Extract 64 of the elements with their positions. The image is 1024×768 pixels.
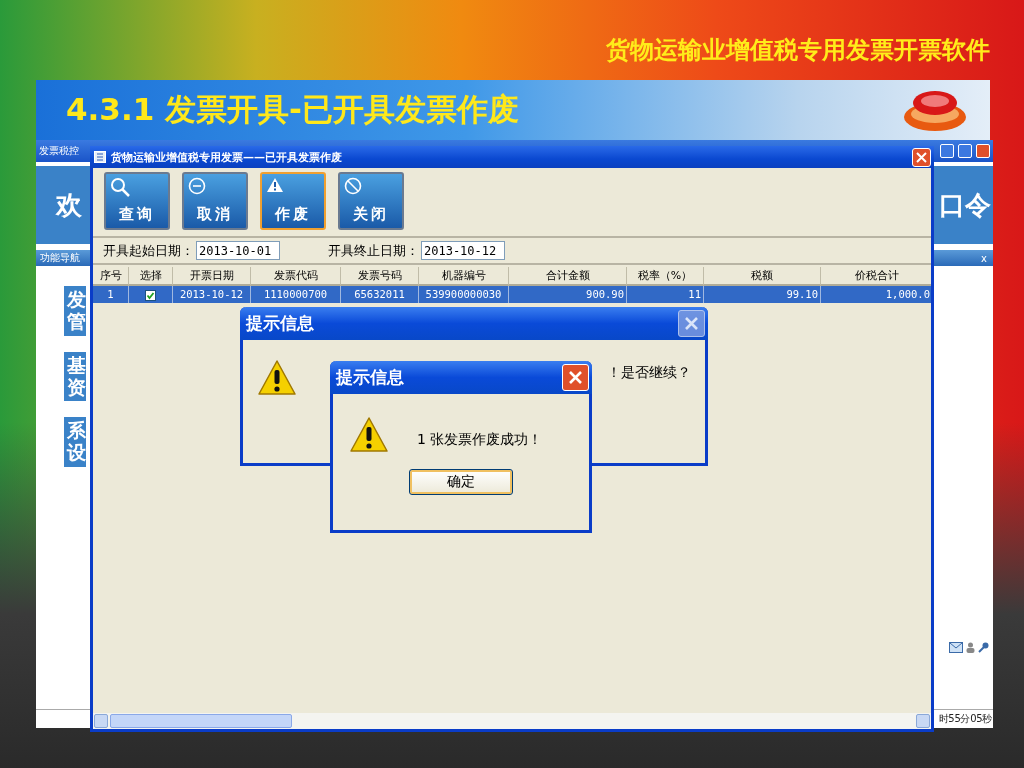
field-label: 开具起始日期： (103, 241, 194, 260)
scrollbar-thumb[interactable] (110, 714, 292, 728)
table-row[interactable]: 1 2013-10-12 1110000700 65632011 539900000030 900.90 11 99.10 1,000.0 (93, 286, 931, 303)
app-icon (94, 151, 106, 163)
warning-icon (266, 177, 284, 193)
scrollbar[interactable] (93, 713, 931, 729)
column-header[interactable]: 序号 (93, 267, 129, 286)
column-header[interactable]: 价税合计 (821, 267, 931, 286)
close-icon (916, 151, 927, 163)
column-header[interactable]: 税率（%） (627, 267, 704, 286)
mail-icon[interactable] (949, 642, 963, 653)
minus-circle-icon (188, 177, 206, 195)
minimize-button[interactable] (940, 144, 954, 158)
close-icon (568, 370, 583, 385)
table-cell: 1 (93, 286, 129, 303)
dialog-message: ！是否继续？ (607, 363, 691, 382)
column-header[interactable]: 税额 (704, 267, 821, 286)
nav-tile[interactable]: 基资 (64, 351, 86, 402)
table-cell: 11 (627, 286, 704, 303)
window-title: 发票税控 (39, 144, 79, 158)
window-title: 货物运输业增值税专用发票——已开具发票作废 (111, 149, 342, 165)
no-entry-icon (344, 177, 362, 195)
table-cell: 539900000030 (419, 286, 509, 303)
status-time: 时55分05秒 (938, 712, 992, 726)
column-header[interactable]: 选择 (129, 267, 173, 286)
dialog-title: 提示信息 (246, 312, 314, 335)
field-label: 开具终止日期： (328, 241, 419, 260)
search-icon (110, 177, 130, 197)
column-header[interactable]: 开票日期 (173, 267, 251, 286)
warning-icon (257, 358, 297, 398)
nav-tile[interactable]: 系设 (64, 417, 86, 468)
date-field[interactable]: 2013-10-12 (421, 241, 505, 260)
table-cell: 99.10 (704, 286, 821, 303)
query-button[interactable]: 查询 (104, 172, 170, 230)
restore-button[interactable] (958, 144, 972, 158)
ok-button[interactable]: 确定 (409, 469, 513, 495)
column-header[interactable]: 合计金额 (509, 267, 627, 286)
close-button[interactable] (678, 310, 705, 337)
table-cell: 2013-10-12 (173, 286, 251, 303)
table-cell: 1,000.0 (821, 286, 931, 303)
nav-title: 功能导航 (40, 251, 80, 265)
password-link[interactable]: 口令 (939, 187, 991, 223)
table-cell: 900.90 (509, 286, 627, 303)
date-field[interactable]: 2013-10-01 (196, 241, 280, 260)
void-button[interactable]: 作废 (260, 172, 326, 230)
column-header[interactable]: 机器编号 (419, 267, 509, 286)
banner-text: 欢 (56, 188, 82, 222)
checkbox[interactable] (145, 289, 156, 301)
nav-close-button[interactable]: x (981, 252, 987, 264)
warning-icon (349, 415, 389, 455)
person-icon[interactable] (966, 642, 975, 653)
table-cell: 65632011 (341, 286, 419, 303)
wrench-icon[interactable] (978, 642, 989, 653)
slide-heading: 4.3.1 发票开具-已开具发票作废 (66, 90, 519, 129)
slide-subtitle: 货物运输业增值税专用发票开票软件 (606, 35, 990, 66)
dialog-message: 1 张发票作废成功！ (417, 430, 543, 449)
close-button[interactable]: 关闭 (338, 172, 404, 230)
column-header[interactable]: 发票号码 (341, 267, 419, 286)
cancel-button[interactable]: 取消 (182, 172, 248, 230)
column-header[interactable]: 发票代码 (251, 267, 341, 286)
nav-tile[interactable]: 发管 (64, 286, 86, 336)
close-icon (684, 316, 699, 331)
dialog-title: 提示信息 (336, 366, 404, 389)
table-cell: 1110000700 (251, 286, 341, 303)
